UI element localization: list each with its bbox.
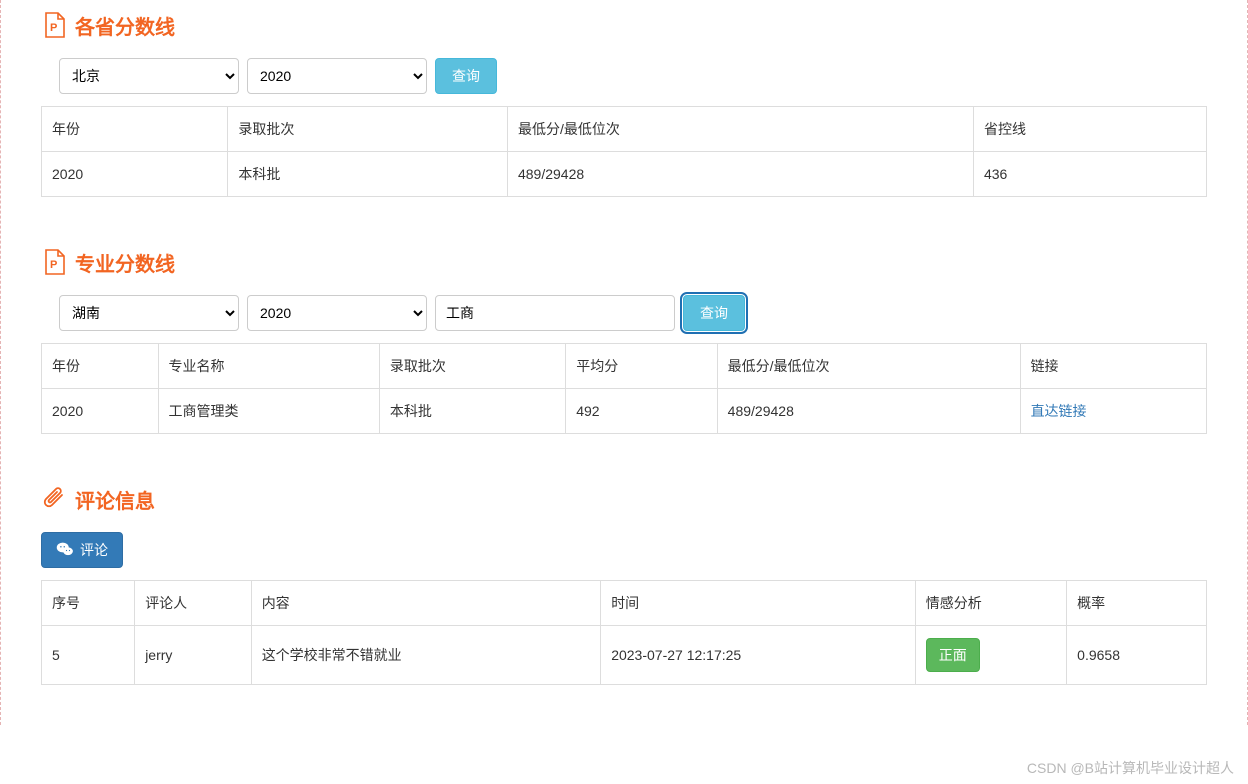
col-link: 链接 — [1020, 344, 1206, 389]
col-year: 年份 — [42, 344, 159, 389]
section-comments: 评论信息 评论 序号 评论人 内容 时间 情感分析 概率 5 jerry 这个学… — [41, 484, 1207, 685]
sentiment-badge: 正面 — [926, 638, 980, 672]
wechat-icon — [56, 541, 74, 560]
section-header: P 专业分数线 — [41, 247, 1207, 277]
query-button[interactable]: 查询 — [683, 295, 745, 331]
comment-button-label: 评论 — [80, 540, 108, 560]
query-button[interactable]: 查询 — [435, 58, 497, 94]
col-no: 序号 — [42, 581, 135, 626]
table-row: 5 jerry 这个学校非常不错就业 2023-07-27 12:17:25 正… — [42, 626, 1207, 685]
svg-text:P: P — [50, 22, 57, 34]
paperclip-icon — [41, 484, 67, 514]
table-header-row: 年份 录取批次 最低分/最低位次 省控线 — [42, 107, 1207, 152]
col-avg: 平均分 — [566, 344, 717, 389]
major-scores-table: 年份 专业名称 录取批次 平均分 最低分/最低位次 链接 2020 工商管理类 … — [41, 343, 1207, 434]
cell-user: jerry — [135, 626, 252, 685]
watermark: CSDN @B站计算机毕业设计超人 — [1027, 758, 1234, 778]
comments-table: 序号 评论人 内容 时间 情感分析 概率 5 jerry 这个学校非常不错就业 … — [41, 580, 1207, 685]
cell-content: 这个学校非常不错就业 — [251, 626, 601, 685]
cell-year: 2020 — [42, 152, 228, 197]
col-batch: 录取批次 — [228, 107, 508, 152]
province-select[interactable]: 湖南 — [59, 295, 239, 331]
cell-sentiment: 正面 — [915, 626, 1066, 685]
doc-p-icon: P — [41, 10, 67, 40]
cell-avg: 492 — [566, 389, 717, 434]
section-title: 评论信息 — [75, 485, 155, 514]
direct-link[interactable]: 直达链接 — [1031, 403, 1087, 419]
section-province-scores: P 各省分数线 北京 2020 查询 年份 录取批次 最低分/最低位次 省控线 … — [41, 10, 1207, 197]
table-row: 2020 工商管理类 本科批 492 489/29428 直达链接 — [42, 389, 1207, 434]
cell-batch: 本科批 — [379, 389, 565, 434]
cell-batch: 本科批 — [228, 152, 508, 197]
col-control: 省控线 — [973, 107, 1206, 152]
doc-p-icon: P — [41, 247, 67, 277]
cell-no: 5 — [42, 626, 135, 685]
controls-row: 北京 2020 查询 — [59, 58, 1207, 94]
section-header: 评论信息 — [41, 484, 1207, 514]
major-input[interactable] — [435, 295, 675, 331]
col-user: 评论人 — [135, 581, 252, 626]
col-major: 专业名称 — [158, 344, 379, 389]
section-header: P 各省分数线 — [41, 10, 1207, 40]
col-min: 最低分/最低位次 — [717, 344, 1020, 389]
comment-button[interactable]: 评论 — [41, 532, 123, 568]
col-min: 最低分/最低位次 — [507, 107, 973, 152]
col-content: 内容 — [251, 581, 601, 626]
col-batch: 录取批次 — [379, 344, 565, 389]
cell-time: 2023-07-27 12:17:25 — [601, 626, 916, 685]
section-title: 各省分数线 — [75, 11, 175, 40]
year-select[interactable]: 2020 — [247, 58, 427, 94]
section-title: 专业分数线 — [75, 248, 175, 277]
cell-prob: 0.9658 — [1067, 626, 1207, 685]
table-header-row: 年份 专业名称 录取批次 平均分 最低分/最低位次 链接 — [42, 344, 1207, 389]
col-sentiment: 情感分析 — [915, 581, 1066, 626]
cell-major: 工商管理类 — [158, 389, 379, 434]
table-row: 2020 本科批 489/29428 436 — [42, 152, 1207, 197]
col-prob: 概率 — [1067, 581, 1207, 626]
year-select[interactable]: 2020 — [247, 295, 427, 331]
cell-year: 2020 — [42, 389, 159, 434]
cell-min: 489/29428 — [507, 152, 973, 197]
province-select[interactable]: 北京 — [59, 58, 239, 94]
col-time: 时间 — [601, 581, 916, 626]
controls-row: 湖南 2020 查询 — [59, 295, 1207, 331]
cell-link: 直达链接 — [1020, 389, 1206, 434]
cell-control: 436 — [973, 152, 1206, 197]
table-header-row: 序号 评论人 内容 时间 情感分析 概率 — [42, 581, 1207, 626]
svg-text:P: P — [50, 259, 57, 271]
section-major-scores: P 专业分数线 湖南 2020 查询 年份 专业名称 录取批次 平均分 最低分/… — [41, 247, 1207, 434]
col-year: 年份 — [42, 107, 228, 152]
province-scores-table: 年份 录取批次 最低分/最低位次 省控线 2020 本科批 489/29428 … — [41, 106, 1207, 197]
cell-min: 489/29428 — [717, 389, 1020, 434]
